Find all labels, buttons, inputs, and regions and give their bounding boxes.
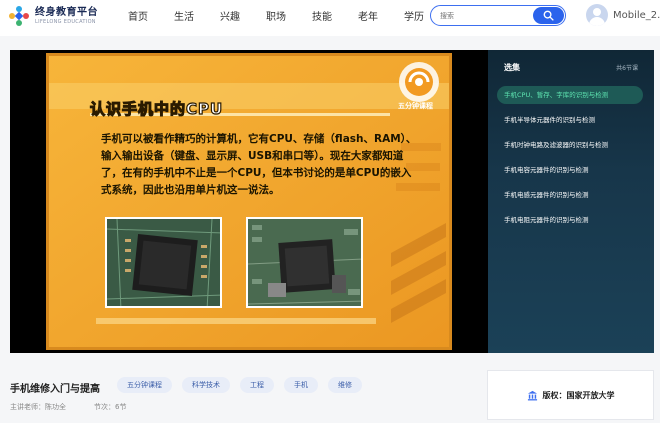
playlist-item-1[interactable]: 手机CPU、暂存、字库的识别与检测 (497, 86, 643, 104)
copyright-box: 版权：国家开放大学 (487, 370, 654, 420)
avatar (586, 4, 608, 26)
playlist-item-6[interactable]: 手机电阻元器件的识别与检测 (497, 211, 643, 229)
search-input[interactable] (440, 9, 532, 23)
nav-item-skills[interactable]: 技能 (312, 8, 358, 23)
tag-science-tech[interactable]: 科学技术 (182, 377, 230, 393)
nav-item-home[interactable]: 首页 (128, 8, 174, 23)
course-title: 手机维修入门与提高 (10, 384, 100, 395)
copyright-text: 版权：国家开放大学 (542, 390, 615, 400)
course-tags: 五分钟课程 科学技术 工程 手机 维修 (117, 377, 372, 393)
logo-title: 终身教育平台 (35, 6, 98, 18)
search-box (430, 5, 566, 26)
tag-five-minute-course[interactable]: 五分钟课程 (117, 377, 172, 393)
playlist-item-4[interactable]: 手机电容元器件的识别与检测 (497, 161, 643, 179)
nav-item-senior[interactable]: 老年 (358, 8, 404, 23)
search-button[interactable] (533, 7, 564, 24)
nav-item-life[interactable]: 生活 (174, 8, 220, 23)
tag-repair[interactable]: 维修 (328, 377, 362, 393)
playlist-title: 选集 (504, 63, 520, 72)
nav-item-interest[interactable]: 兴趣 (220, 8, 266, 23)
course-teacher: 主讲老师：陈功全 (10, 403, 66, 411)
course-lessons: 节次：6节 (94, 403, 127, 411)
video-player[interactable]: 五分钟课程 认识手机中的CPU 手机可以被看作精巧的计算机，它有CPU、存储（f… (10, 50, 488, 353)
top-header: 终身教育平台 LIFELONG EDUCATION 首页 生活 兴趣 职场 技能… (0, 0, 660, 36)
logo-subtitle: LIFELONG EDUCATION (35, 18, 96, 25)
playlist-item-5[interactable]: 手机电感元器件的识别与检测 (497, 186, 643, 204)
site-logo[interactable]: 终身教育平台 LIFELONG EDUCATION (8, 5, 98, 27)
tag-engineering[interactable]: 工程 (240, 377, 274, 393)
user-menu[interactable]: Mobile_2... (586, 4, 660, 26)
main-nav: 首页 生活 兴趣 职场 技能 老年 学历 (128, 0, 450, 30)
video-frame[interactable]: 五分钟课程 认识手机中的CPU 手机可以被看作精巧的计算机，它有CPU、存储（f… (46, 53, 452, 350)
search-icon (543, 10, 554, 21)
playlist-count: 共6节课 (616, 65, 638, 72)
playlist-panel: 选集 共6节课 手机CPU、暂存、字库的识别与检测 手机半导体元器件的识别与检测… (488, 50, 654, 353)
tag-mobile[interactable]: 手机 (284, 377, 318, 393)
logo-mark-icon (9, 6, 29, 26)
username: Mobile_2... (613, 9, 660, 21)
nav-item-career[interactable]: 职场 (266, 8, 312, 23)
course-meta: 主讲老师：陈功全 节次：6节 (10, 402, 126, 412)
playlist-item-2[interactable]: 手机半导体元器件的识别与检测 (497, 111, 643, 129)
building-icon (527, 390, 537, 400)
playlist-item-3[interactable]: 手机时钟电路及滤波器的识别与检测 (497, 136, 643, 154)
